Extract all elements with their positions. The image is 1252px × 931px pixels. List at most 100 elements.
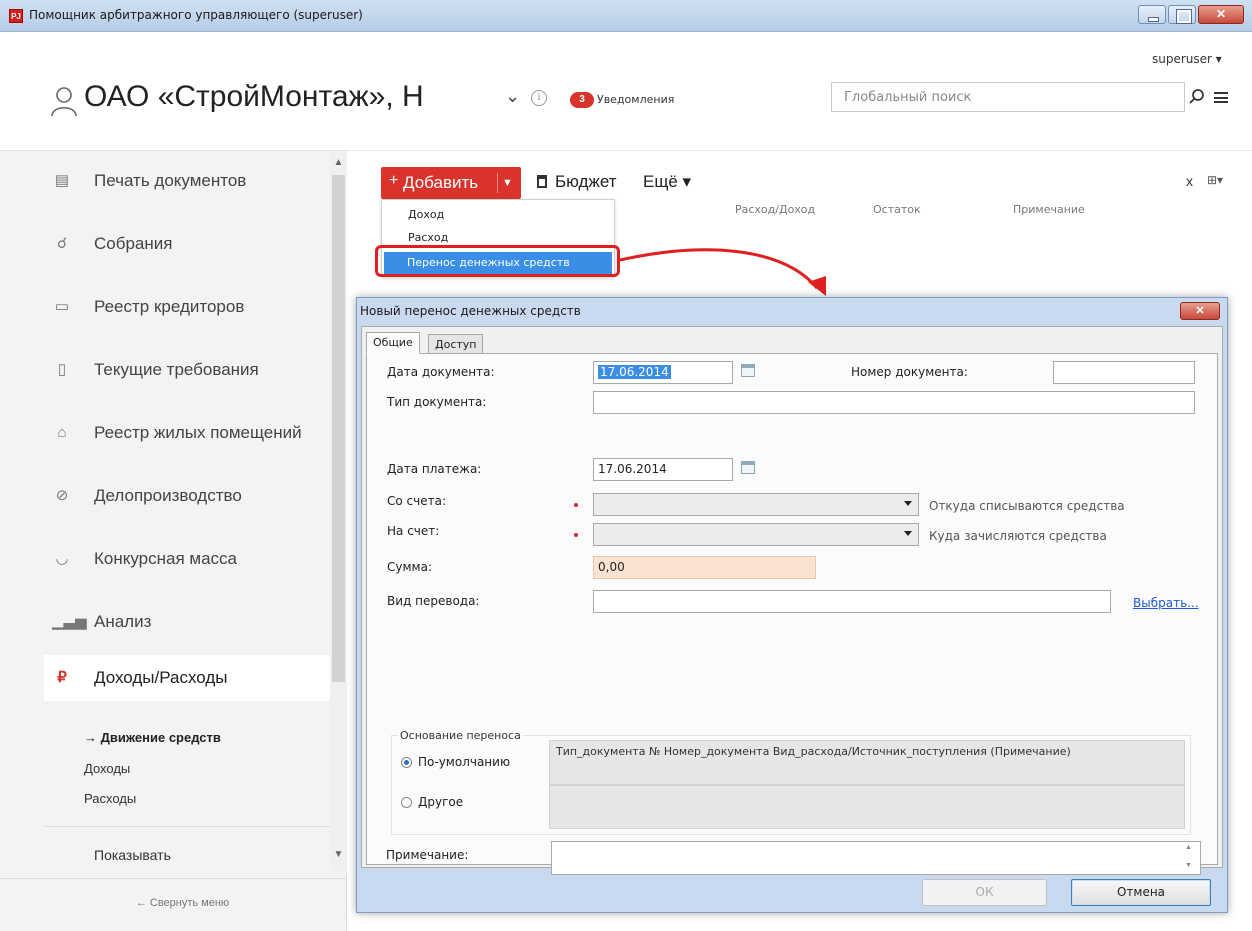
scroll-down-icon[interactable]: ▼ (1185, 862, 1192, 869)
basis-other-radio[interactable] (401, 797, 412, 808)
column-header[interactable]: Остаток (873, 203, 921, 216)
sidebar-item-label: Текущие требования (94, 360, 259, 379)
budget-button[interactable]: Бюджет (537, 172, 617, 192)
sidebar-item-creditors-registry[interactable]: ▭ Реестр кредиторов (44, 284, 330, 330)
sidebar-item-label: Печать документов (94, 171, 247, 190)
hamburger-menu-icon[interactable] (1214, 92, 1228, 103)
housing-registry-icon: ⌂ (57, 424, 67, 441)
doc-date-field[interactable]: 17.06.2014 (593, 361, 733, 384)
basis-default-label[interactable]: По-умолчанию (418, 755, 510, 769)
paperclip-icon: ⊘ (55, 487, 69, 504)
subnav-item-expenses[interactable]: Расходы (84, 791, 136, 806)
sidebar-item-meetings[interactable]: ☌ Собрания (44, 221, 330, 267)
sidebar-item-income-expense[interactable]: ₽ Доходы/Расходы (44, 655, 331, 701)
add-button[interactable]: + Добавить ▼ (381, 167, 521, 199)
chevron-down-icon (904, 501, 912, 506)
global-search-input[interactable] (831, 82, 1185, 112)
user-avatar-icon (51, 87, 77, 117)
calendar-icon[interactable] (741, 461, 755, 474)
column-settings-icon[interactable]: ⊞▾ (1207, 173, 1223, 187)
note-label: Примечание: (386, 848, 469, 862)
collapse-menu-button[interactable]: ← Свернуть меню (0, 897, 347, 909)
more-button[interactable]: Ещё ▾ (643, 172, 691, 192)
basis-other-field[interactable] (549, 785, 1185, 829)
to-account-hint: Куда зачисляются средства (929, 529, 1107, 543)
meetings-icon: ☌ (56, 235, 68, 252)
subnav-item-income[interactable]: Доходы (84, 761, 130, 776)
sidebar: ▤ Печать документов ☌ Собрания ▭ Реестр … (0, 151, 347, 931)
sum-label: Сумма: (387, 560, 432, 574)
sidebar-item-analysis[interactable]: ▁▃▅ Анализ (44, 599, 330, 645)
doc-type-field[interactable] (593, 391, 1195, 414)
calendar-icon[interactable] (741, 364, 755, 377)
window-title: Помощник арбитражного управляющего (supe… (29, 8, 363, 22)
estate-icon: ◡ (55, 550, 69, 567)
sum-field[interactable]: 0,00 (593, 556, 816, 579)
info-icon[interactable]: i (531, 90, 547, 106)
ok-button[interactable]: ОК (922, 879, 1047, 906)
tab-access[interactable]: Доступ (428, 334, 484, 354)
divider (0, 878, 347, 879)
organization-title: ОАО «СтройМонтаж», Н (84, 80, 424, 113)
note-textarea[interactable] (551, 841, 1201, 875)
sidebar-item-paperwork[interactable]: ⊘ Делопроизводство (44, 473, 330, 519)
to-account-label: На счет: (387, 524, 440, 538)
basis-other-label[interactable]: Другое (418, 795, 463, 809)
window-titlebar: PJ Помощник арбитражного управляющего (s… (0, 0, 1252, 32)
basis-default-radio[interactable] (401, 757, 412, 768)
scroll-up-icon[interactable]: ▲ (1185, 844, 1192, 851)
chevron-down-icon[interactable]: ⌄ (505, 86, 520, 107)
sidebar-item-label: Доходы/Расходы (94, 668, 228, 687)
creditors-registry-icon: ▭ (54, 298, 70, 315)
show-filter-label[interactable]: Показывать (94, 847, 171, 863)
cancel-button[interactable]: Отмена (1071, 879, 1211, 906)
from-account-select[interactable] (593, 493, 919, 516)
user-menu[interactable]: superuser ▾ (1152, 52, 1222, 66)
doc-number-label: Номер документа: (851, 365, 968, 379)
notifications-link[interactable]: Уведомления (597, 93, 674, 106)
sidebar-item-label: Реестр кредиторов (94, 297, 245, 316)
menu-item-income[interactable]: Доход (408, 208, 444, 221)
add-button-label: Добавить (403, 173, 479, 192)
sidebar-item-label: Конкурсная масса (94, 549, 238, 568)
trash-budget-icon (537, 175, 547, 188)
from-account-hint: Откуда списываются средства (929, 499, 1125, 513)
scrollbar-thumb[interactable] (332, 175, 345, 682)
maximize-button[interactable] (1168, 5, 1196, 24)
column-header[interactable]: Примечание (1013, 203, 1085, 216)
tab-general[interactable]: Общие (366, 332, 420, 354)
scroll-up-icon[interactable]: ▲ (330, 157, 347, 168)
search-icon[interactable] (1188, 88, 1206, 106)
dialog-close-button[interactable]: ✕ (1180, 302, 1220, 320)
doc-number-field[interactable] (1053, 361, 1195, 384)
from-account-label: Со счета: (387, 494, 446, 508)
sidebar-item-current-claims[interactable]: ▯ Текущие требования (44, 347, 330, 393)
scroll-down-icon[interactable]: ▼ (330, 849, 347, 860)
window-close-button[interactable] (1198, 5, 1244, 24)
required-marker (574, 503, 578, 507)
subnav-item-cash-flow[interactable]: → Движение средств (84, 730, 221, 745)
payment-date-field[interactable]: 17.06.2014 (593, 458, 733, 481)
column-header[interactable]: Расход/Доход (735, 203, 815, 216)
app-logo-icon: PJ (9, 9, 23, 23)
required-marker (574, 533, 578, 537)
payment-date-label: Дата платежа: (387, 462, 482, 476)
close-filter-icon[interactable]: x (1186, 173, 1193, 189)
notifications-badge[interactable]: 3 (570, 92, 594, 108)
basis-default-template: Тип_документа № Номер_документа Вид_расх… (549, 740, 1185, 785)
to-account-select[interactable] (593, 523, 919, 546)
new-transfer-dialog: Новый перенос денежных средств ✕ Общие Д… (356, 297, 1228, 913)
transfer-type-field[interactable] (593, 590, 1111, 613)
sidebar-item-print-docs[interactable]: ▤ Печать документов (44, 158, 330, 204)
choose-link[interactable]: Выбрать... (1133, 596, 1199, 610)
menu-item-expense[interactable]: Расход (408, 231, 448, 244)
minimize-button[interactable] (1138, 5, 1166, 24)
doc-type-label: Тип документа: (387, 395, 487, 409)
chevron-down-icon[interactable]: ▼ (502, 177, 513, 189)
sidebar-scrollbar[interactable]: ▲ ▼ (330, 151, 347, 871)
sidebar-item-label: Реестр жилых помещений (94, 423, 302, 442)
plus-icon: + (389, 172, 399, 189)
budget-button-label: Бюджет (555, 172, 617, 191)
sidebar-item-estate[interactable]: ◡ Конкурсная масса (44, 536, 330, 582)
sidebar-item-housing-registry[interactable]: ⌂ Реестр жилых помещений (44, 410, 330, 456)
